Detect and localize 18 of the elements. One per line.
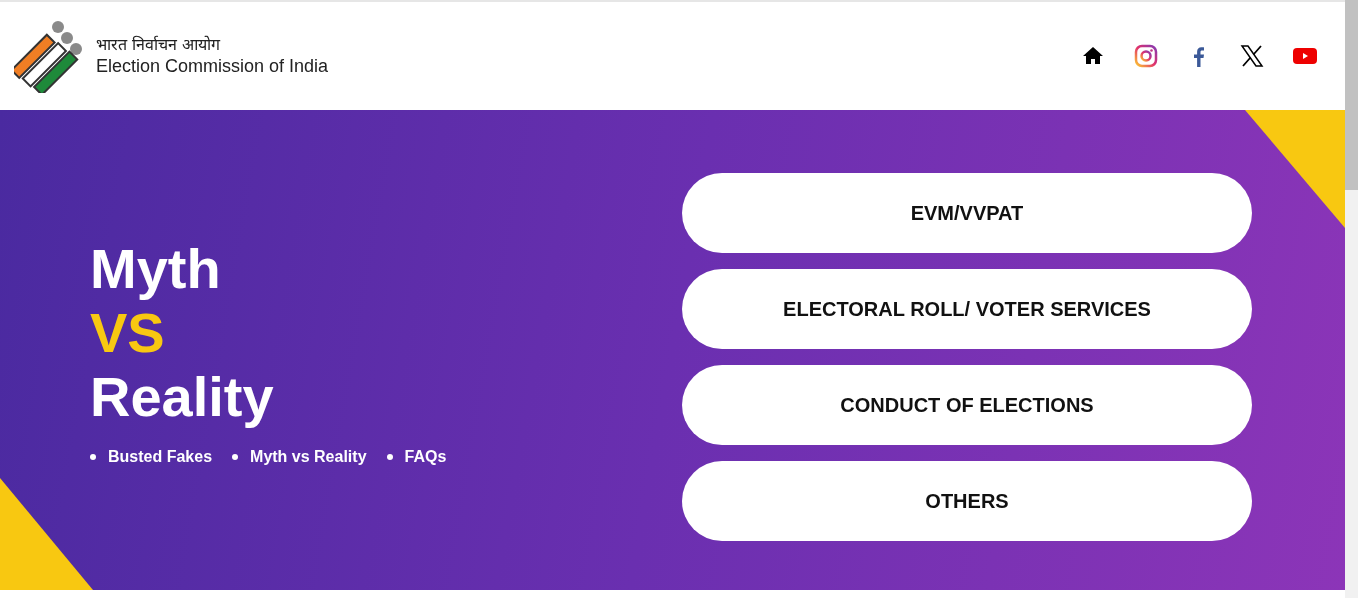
category-button[interactable]: OTHERS — [682, 461, 1252, 541]
category-button[interactable]: ELECTORAL ROLL/ VOTER SERVICES — [682, 269, 1252, 349]
heading-line: Reality — [90, 365, 275, 429]
bullet-icon — [90, 454, 96, 460]
category-button[interactable]: EVM/VVPAT — [682, 173, 1252, 253]
bullet-icon — [386, 454, 393, 460]
x-icon[interactable] — [1240, 44, 1264, 68]
hindi-title: भारत निर्वाचन आयोग — [96, 34, 222, 56]
heading-line: Myth — [90, 237, 222, 301]
instagram-icon[interactable] — [1134, 44, 1158, 68]
site-title: Election Commission of India — [96, 55, 329, 78]
category-button[interactable]: CONDUCT OF ELECTIONS — [682, 365, 1252, 445]
scrollbar-thumb[interactable] — [1345, 0, 1358, 190]
heading-accent-line: VS — [90, 301, 166, 365]
nav-link[interactable]: Myth vs Reality — [250, 445, 367, 469]
bullet-icon — [232, 454, 239, 460]
nav-link[interactable]: FAQs — [404, 445, 447, 469]
nav-link[interactable]: Busted Fakes — [108, 445, 213, 469]
